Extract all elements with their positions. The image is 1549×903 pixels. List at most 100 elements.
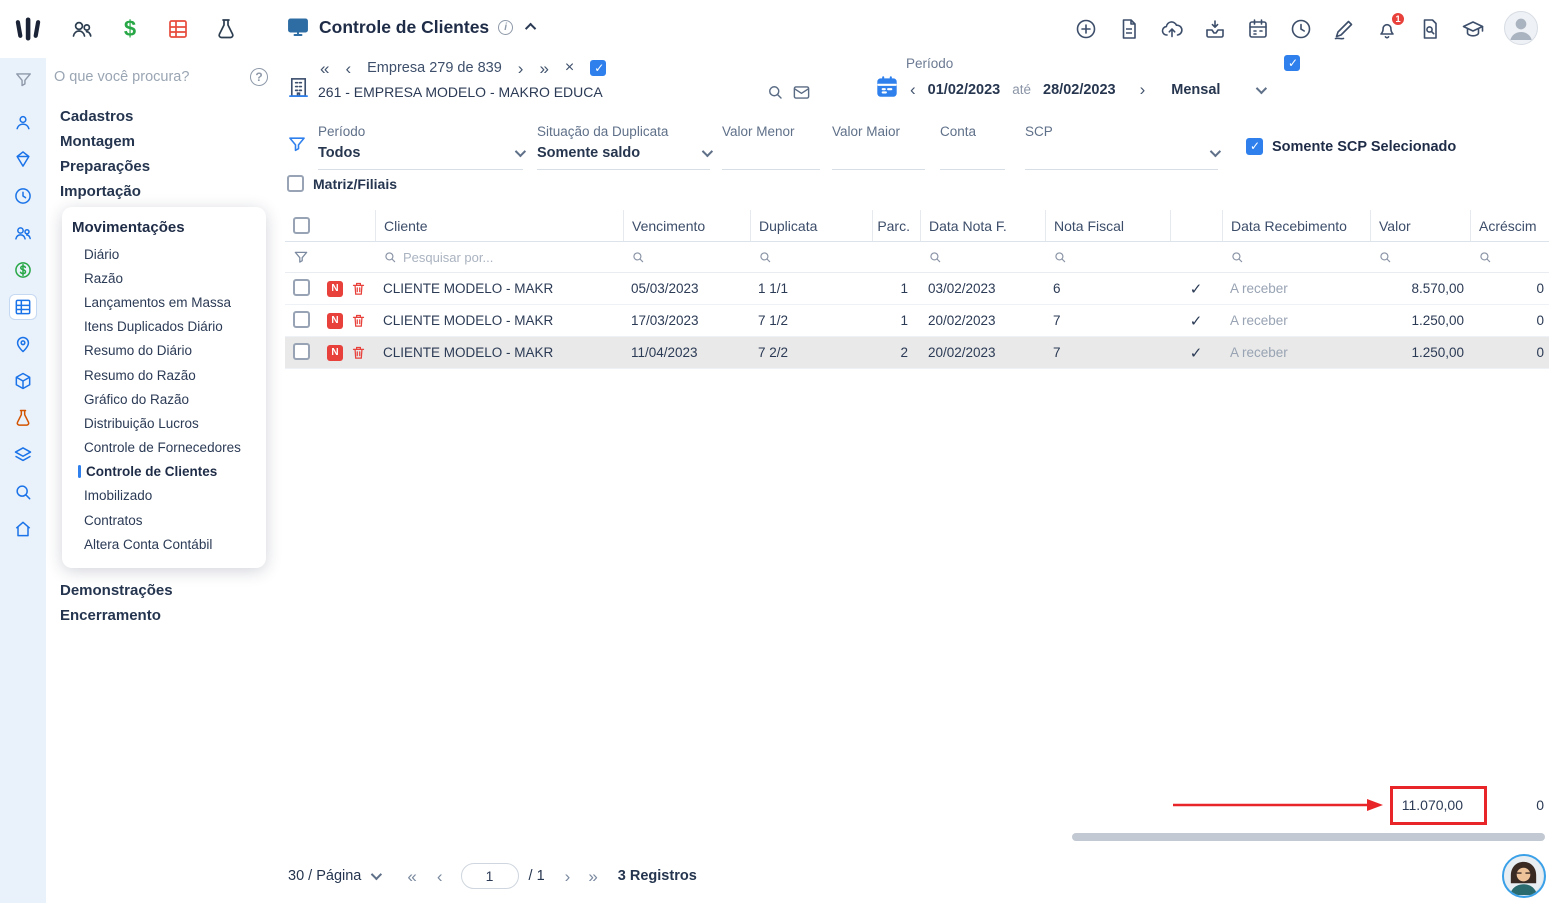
prev-page-icon[interactable]: ‹ bbox=[437, 868, 443, 885]
period-end-date[interactable]: 28/02/2023 bbox=[1043, 82, 1116, 98]
select-all-checkbox[interactable] bbox=[293, 217, 310, 234]
col-data-recebimento[interactable]: Data Recebimento bbox=[1222, 210, 1370, 241]
gem-icon[interactable] bbox=[9, 146, 37, 172]
row-checkbox[interactable] bbox=[293, 342, 310, 360]
submenu-item-distribuicao-lucros[interactable]: Distribuição Lucros bbox=[62, 411, 266, 435]
sidebar-search-input[interactable] bbox=[54, 69, 242, 85]
page-size-select[interactable]: 30 / Página bbox=[288, 868, 361, 884]
clock-icon[interactable] bbox=[9, 183, 37, 209]
sidebar-item-cadastros[interactable]: Cadastros bbox=[60, 104, 280, 129]
submenu-item-contratos[interactable]: Contratos bbox=[62, 508, 266, 532]
last-company-icon[interactable]: » bbox=[539, 60, 548, 77]
envelope-icon[interactable] bbox=[792, 83, 811, 102]
matriz-filiais-checkbox[interactable] bbox=[287, 175, 304, 192]
company-search-icon[interactable] bbox=[766, 83, 784, 101]
contact-icon[interactable] bbox=[9, 109, 37, 135]
submenu-item-razao[interactable]: Razão bbox=[62, 266, 266, 290]
col-duplicata[interactable]: Duplicata bbox=[750, 210, 872, 241]
col-cliente[interactable]: Cliente bbox=[375, 210, 623, 241]
table-row[interactable]: N CLIENTE MODELO - MAKR 17/03/2023 7 1/2… bbox=[285, 305, 1549, 337]
people-icon[interactable] bbox=[9, 220, 37, 246]
flask-icon[interactable] bbox=[9, 405, 37, 431]
search-icon[interactable] bbox=[9, 479, 37, 505]
search-icon[interactable] bbox=[1478, 250, 1492, 264]
search-icon[interactable] bbox=[758, 250, 772, 264]
trash-icon[interactable] bbox=[351, 281, 366, 296]
col-nota-fiscal[interactable]: Nota Fiscal bbox=[1045, 210, 1170, 241]
add-circle-icon[interactable] bbox=[1074, 17, 1098, 41]
next-period-icon[interactable]: › bbox=[1140, 81, 1146, 98]
page-number-input[interactable] bbox=[460, 863, 519, 889]
submenu-item-altera-conta[interactable]: Altera Conta Contábil bbox=[62, 532, 266, 556]
horizontal-scrollbar[interactable] bbox=[1072, 833, 1545, 841]
dollar-icon[interactable]: $ bbox=[118, 16, 142, 42]
user-avatar[interactable] bbox=[1504, 11, 1538, 45]
filter-valor-menor-input[interactable]: Valor Menor bbox=[722, 124, 820, 170]
submenu-item-resumo-razao[interactable]: Resumo do Razão bbox=[62, 363, 266, 387]
last-page-icon[interactable]: » bbox=[588, 868, 597, 885]
filter-conta-input[interactable]: Conta bbox=[940, 124, 1005, 170]
table-row[interactable]: N CLIENTE MODELO - MAKR 05/03/2023 1 1/1… bbox=[285, 273, 1549, 305]
filter-valor-maior-input[interactable]: Valor Maior bbox=[832, 124, 925, 170]
company-filter-checkbox[interactable] bbox=[590, 60, 607, 76]
first-company-icon[interactable]: « bbox=[320, 60, 329, 77]
sidebar-item-preparacoes[interactable]: Preparações bbox=[60, 154, 280, 179]
row-checkbox[interactable] bbox=[293, 278, 310, 296]
col-vencimento[interactable]: Vencimento bbox=[623, 210, 750, 241]
filters-funnel-icon[interactable] bbox=[287, 134, 307, 154]
trash-icon[interactable] bbox=[351, 313, 366, 328]
search-icon[interactable] bbox=[928, 250, 942, 264]
layers-icon[interactable] bbox=[9, 442, 37, 468]
sidebar-item-montagem[interactable]: Montagem bbox=[60, 129, 280, 154]
submenu-item-itens-duplicados[interactable]: Itens Duplicados Diário bbox=[62, 315, 266, 339]
search-icon[interactable] bbox=[631, 250, 645, 264]
submenu-item-controle-fornecedores[interactable]: Controle de Fornecedores bbox=[62, 436, 266, 460]
col-parc[interactable]: Parc. bbox=[872, 210, 920, 241]
submenu-item-lancamentos-massa[interactable]: Lançamentos em Massa bbox=[62, 290, 266, 314]
dollar-coin-icon[interactable] bbox=[9, 257, 37, 283]
filter-scp-select[interactable]: SCP bbox=[1025, 124, 1222, 170]
collapse-chevron-icon[interactable] bbox=[525, 22, 537, 35]
submenu-item-resumo-diario[interactable]: Resumo do Diário bbox=[62, 339, 266, 363]
signature-icon[interactable] bbox=[1332, 17, 1356, 41]
clock-icon[interactable] bbox=[1289, 17, 1313, 41]
filter-periodo-select[interactable]: Período Todos bbox=[318, 124, 527, 170]
submenu-item-diario[interactable]: Diário bbox=[62, 242, 266, 266]
clear-company-icon[interactable]: × bbox=[565, 59, 574, 77]
submenu-item-grafico-razao[interactable]: Gráfico do Razão bbox=[62, 387, 266, 411]
search-icon[interactable] bbox=[1378, 250, 1392, 264]
calendar-icon[interactable] bbox=[1246, 17, 1270, 41]
period-start-date[interactable]: 01/02/2023 bbox=[928, 82, 1001, 98]
prev-period-icon[interactable]: ‹ bbox=[910, 81, 916, 98]
period-mode-chevron-icon[interactable] bbox=[1256, 82, 1268, 94]
row-checkbox[interactable] bbox=[293, 310, 310, 328]
col-acrescimo[interactable]: Acréscim bbox=[1470, 210, 1549, 241]
somente-scp-checkbox[interactable] bbox=[1246, 138, 1263, 155]
sidebar-item-importacao[interactable]: Importação bbox=[60, 179, 280, 204]
search-icon[interactable] bbox=[1053, 250, 1067, 264]
first-page-icon[interactable]: « bbox=[407, 868, 416, 885]
ledger-grid-icon[interactable] bbox=[9, 294, 37, 320]
home-icon[interactable] bbox=[9, 516, 37, 542]
sidebar-item-encerramento[interactable]: Encerramento bbox=[60, 603, 280, 628]
flask-icon[interactable] bbox=[214, 17, 238, 41]
support-chat-avatar[interactable] bbox=[1502, 854, 1546, 898]
document-icon[interactable] bbox=[1117, 17, 1141, 41]
period-checkbox[interactable] bbox=[1284, 55, 1300, 71]
submenu-item-imobilizado[interactable]: Imobilizado bbox=[62, 484, 266, 508]
cliente-search-input[interactable] bbox=[403, 249, 533, 265]
trash-icon[interactable] bbox=[351, 345, 366, 360]
document-search-icon[interactable] bbox=[1418, 17, 1442, 41]
search-icon[interactable] bbox=[1230, 250, 1244, 264]
users-icon[interactable] bbox=[70, 17, 94, 41]
bell-icon[interactable]: 1 bbox=[1375, 11, 1406, 41]
sidebar-item-movimentacoes[interactable]: Movimentações bbox=[62, 215, 266, 242]
next-company-icon[interactable]: › bbox=[518, 60, 524, 77]
info-icon[interactable]: i bbox=[498, 19, 514, 35]
cube-icon[interactable] bbox=[9, 368, 37, 394]
help-icon[interactable]: ? bbox=[250, 68, 268, 86]
col-data-nota[interactable]: Data Nota F. bbox=[920, 210, 1045, 241]
inbox-icon[interactable] bbox=[1203, 17, 1227, 41]
next-page-icon[interactable]: › bbox=[565, 868, 571, 885]
row-filter-funnel-icon[interactable] bbox=[293, 249, 309, 265]
